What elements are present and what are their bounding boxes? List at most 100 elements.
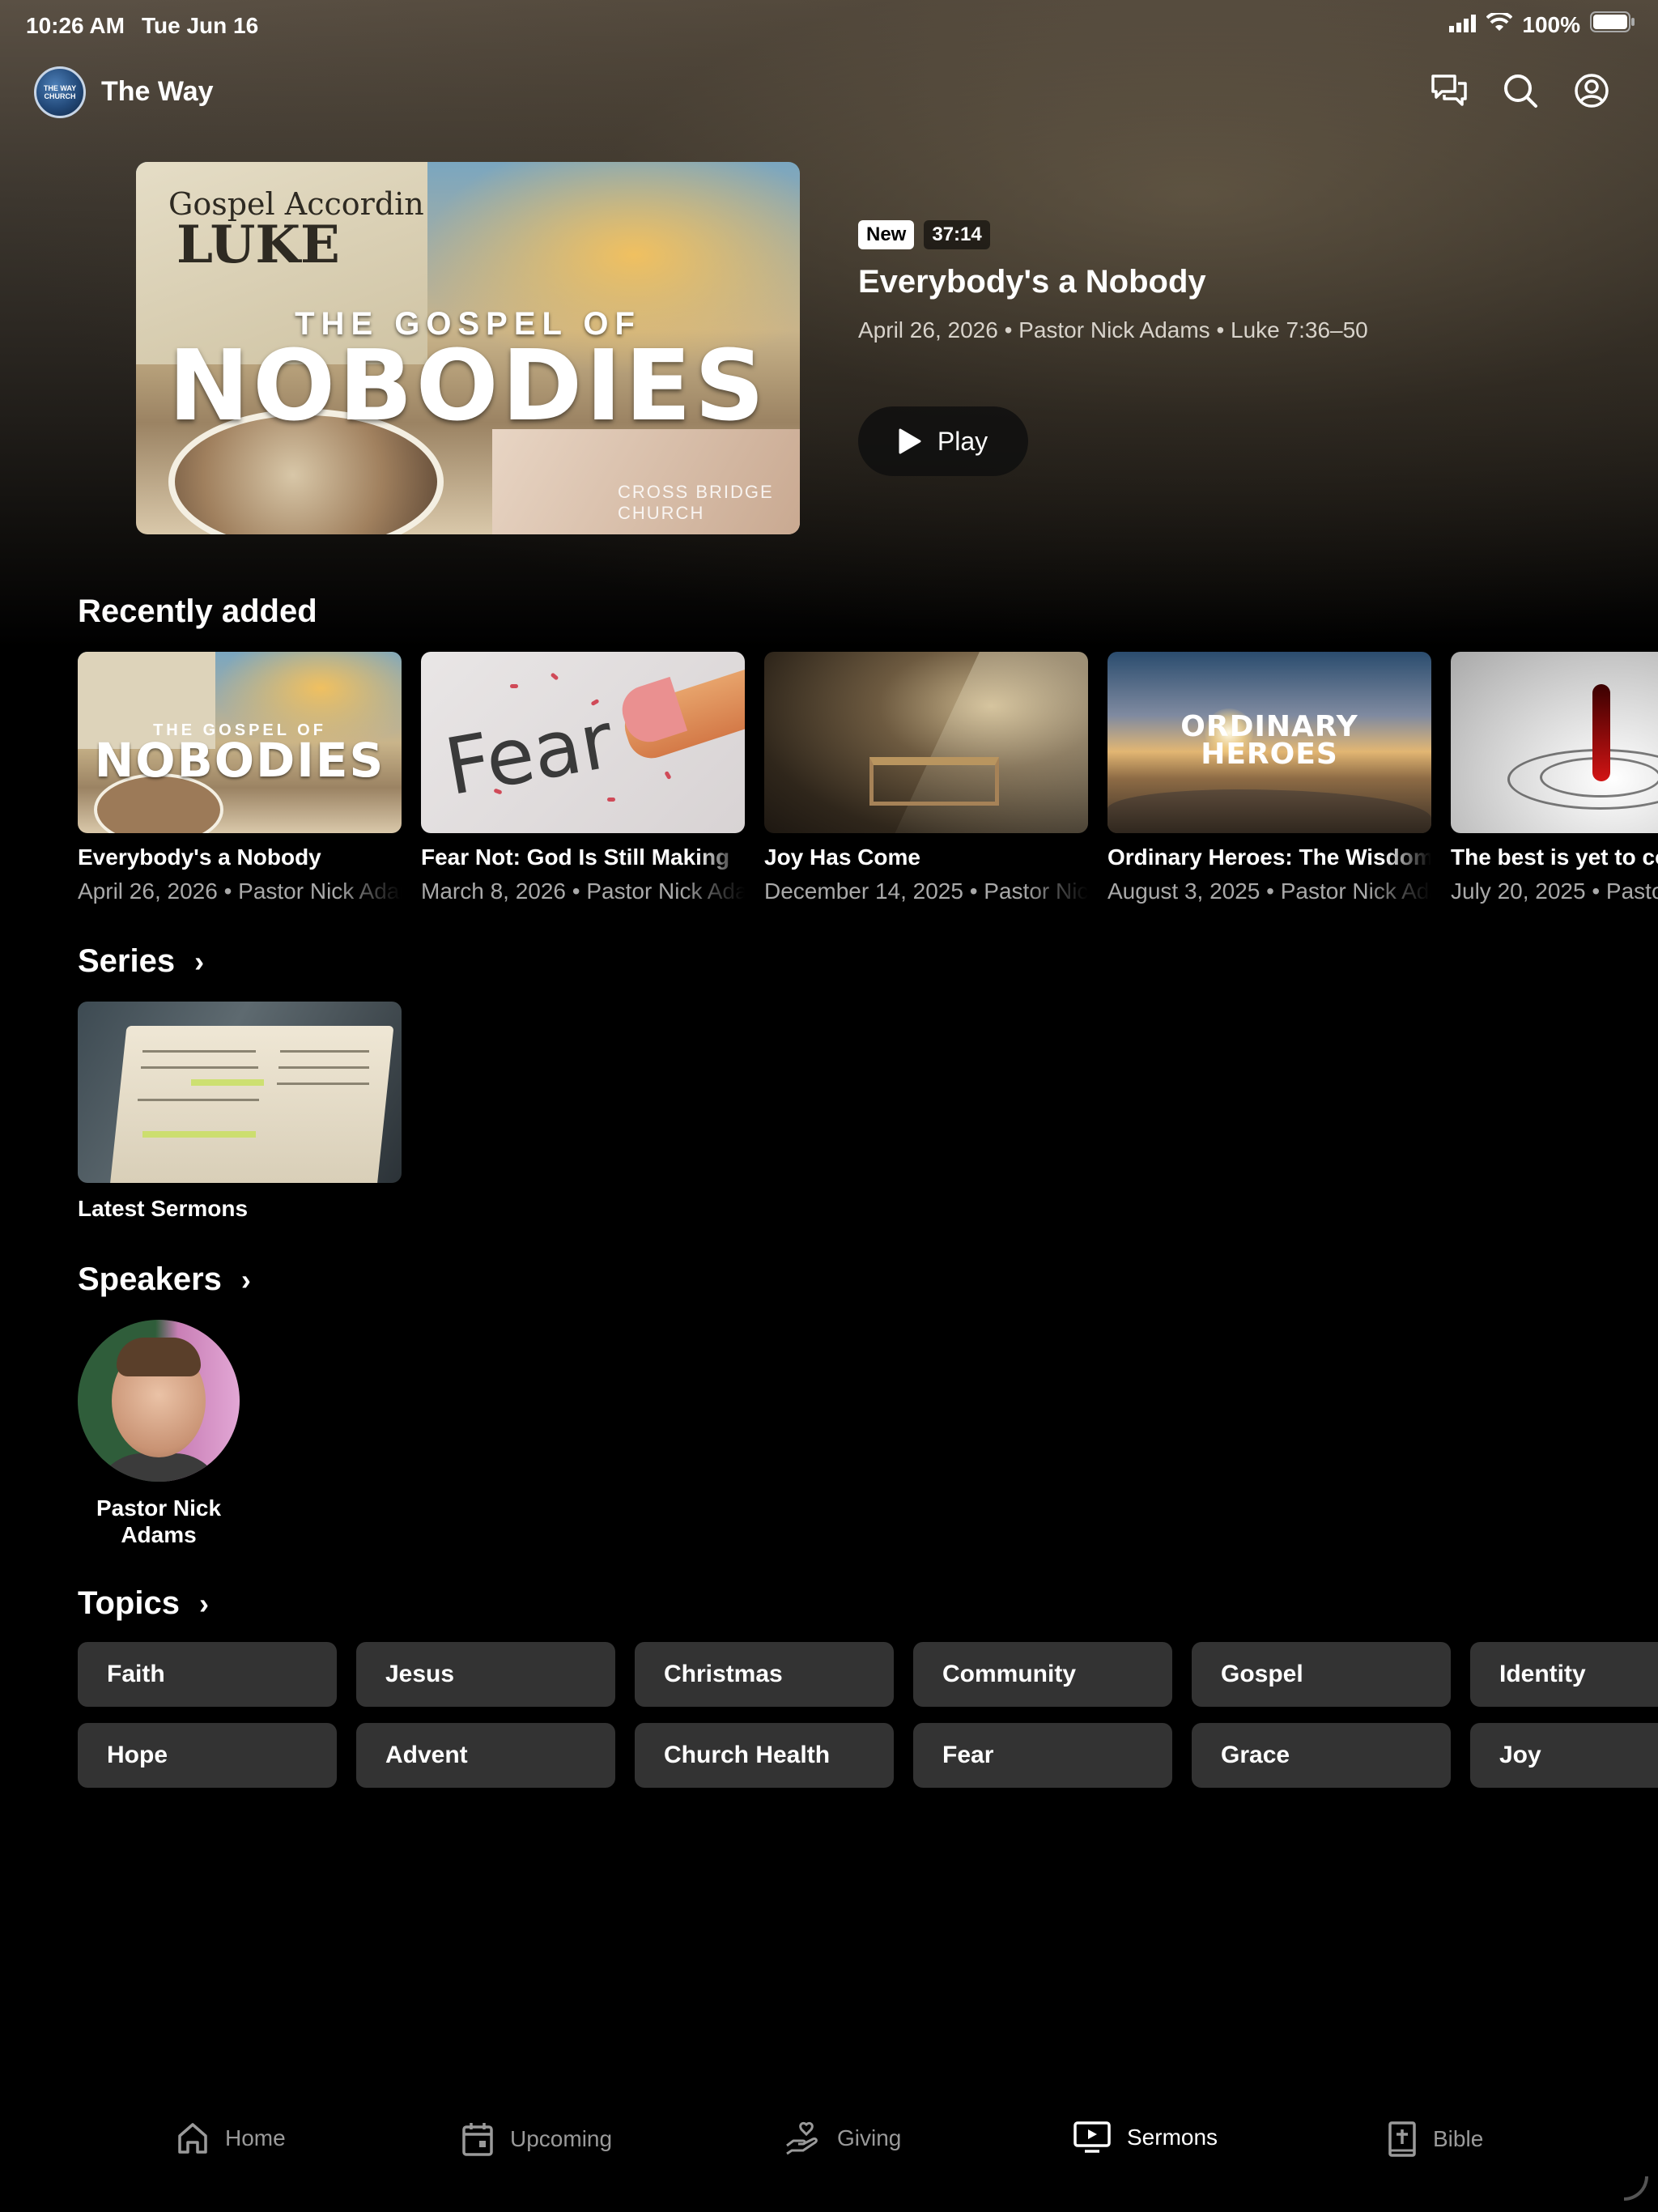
avatar-hair [117,1338,201,1376]
tab-label: Bible [1433,2126,1484,2151]
section-title-recently-added: Recently added [78,593,317,629]
sermon-card[interactable]: Joy Has Come December 14, 2025 • Pastor … [764,652,1088,904]
text-line [138,1099,259,1101]
light-beam [881,652,1088,833]
sermon-title: Joy Has Come [764,844,920,870]
sermon-thumbnail: ORDINARY HEROES [1107,652,1431,833]
hero-artwork[interactable]: Gospel Accordin LUKE THE GOSPEL OF NOBOD… [136,162,800,534]
sermon-card[interactable]: Fear Fear Not: God Is Still Making March… [421,652,745,904]
chevron-right-icon: › [198,1586,209,1620]
hero-badges: New 37:14 [858,220,990,249]
text-line [141,1066,258,1069]
tab-label: Home [225,2125,286,2150]
duration-badge: 37:14 [924,220,990,249]
topic-chip[interactable]: Gospel [1192,1642,1451,1707]
sermon-title: The best is yet to come [1451,844,1658,870]
search-icon[interactable] [1499,70,1541,112]
hero-meta: April 26, 2026 • Pastor Nick Adams • Luk… [858,317,1368,342]
section-topics[interactable]: Topics › [78,1585,209,1622]
chat-icon[interactable] [1428,70,1470,112]
text-line [277,1083,369,1085]
topic-chip[interactable]: Advent [356,1723,615,1788]
status-time: 10:26 AM [26,13,125,38]
church-logo[interactable]: THE WAY CHURCH [34,66,86,118]
ripple [1507,749,1658,810]
speaker-avatar [78,1320,240,1482]
battery-icon [1590,11,1635,38]
topics-grid: Faith Jesus Christmas Community Gospel I… [78,1642,1658,1788]
sermon-meta: March 8, 2026 • Pastor Nick Adams [421,878,745,904]
tab-giving[interactable]: Giving [785,2121,901,2155]
sermon-card[interactable]: The best is yet to come July 20, 2025 • … [1451,652,1658,904]
sermon-thumbnail: Fear [421,652,745,833]
calendar-icon [462,2123,493,2156]
resize-handle[interactable] [1624,2176,1648,2201]
signal-icon [1449,12,1477,38]
top-actions [1428,70,1613,112]
thumb-line2: HEROES [1201,738,1338,771]
topic-chip[interactable]: Faith [78,1642,337,1707]
rocks-graphic [1107,789,1431,833]
app-title: The Way [101,76,214,107]
section-title-speakers: Speakers [78,1261,222,1297]
topic-chip[interactable]: Fear [913,1723,1172,1788]
status-bar: 10:26 AM Tue Jun 16 100% [0,0,1658,52]
tv-icon [1073,2121,1111,2153]
tab-upcoming[interactable]: Upcoming [461,2121,612,2157]
section-series[interactable]: Series › [78,943,204,980]
tab-bible[interactable]: Bible [1388,2121,1483,2157]
sermon-title: Fear Not: God Is Still Making [421,844,730,870]
giving-icon [786,2121,818,2155]
new-badge: New [858,220,915,249]
section-title-series: Series [78,943,176,979]
profile-icon[interactable] [1571,70,1613,112]
hero-art-line2: LUKE [176,215,340,275]
play-label: Play [937,426,988,456]
play-icon [899,428,921,454]
topic-chip[interactable]: Grace [1192,1723,1451,1788]
section-title-topics: Topics [78,1585,180,1621]
tab-bar: Home Upcoming Giving Sermons Bible [0,2105,1658,2186]
hero-art-headline: NOBODIES [168,330,768,443]
sermon-meta: December 14, 2025 • Pastor Nick Adams [764,878,1088,904]
manger-graphic [869,757,999,806]
tab-label: Giving [837,2125,902,2150]
series-card[interactable]: Latest Sermons [78,1002,402,1222]
sermon-thumbnail [1451,652,1658,833]
sermon-card[interactable]: THE GOSPEL OF NOBODIES Everybody's a Nob… [78,652,402,904]
topic-chip[interactable]: Joy [1470,1723,1658,1788]
battery-percent: 100% [1522,11,1580,37]
text-line [142,1050,256,1053]
topic-chip[interactable]: Identity [1470,1642,1658,1707]
topic-chip[interactable]: Jesus [356,1642,615,1707]
sermon-title: Ordinary Heroes: The Wisdom [1107,844,1431,870]
play-button[interactable]: Play [858,406,1028,476]
speaker-name: Pastor Nick Adams [96,1495,222,1547]
topic-chip[interactable]: Community [913,1642,1172,1707]
status-date: Tue Jun 16 [142,13,259,38]
shaving [510,684,518,688]
thumb-headline: NOBODIES [94,733,385,788]
recently-added-row: THE GOSPEL OF NOBODIES Everybody's a Nob… [78,652,1658,911]
tab-home[interactable]: Home [176,2121,286,2155]
speaker-card[interactable]: Pastor Nick Adams [78,1320,240,1548]
shaving [664,770,672,781]
drop-graphic [1592,684,1610,781]
section-recently-added: Recently added [78,593,317,630]
sermon-thumbnail: THE GOSPEL OF NOBODIES [78,652,402,833]
sermon-thumbnail [764,652,1088,833]
topic-chip[interactable]: Hope [78,1723,337,1788]
text-line [280,1050,369,1053]
topic-chip[interactable]: Church Health [635,1723,894,1788]
tab-label: Sermons [1127,2125,1218,2150]
sermon-meta: April 26, 2026 • Pastor Nick Adams [78,878,402,904]
bible-icon [1388,2121,1416,2157]
sermon-card[interactable]: ORDINARY HEROES Ordinary Heroes: The Wis… [1107,652,1431,904]
home-icon [178,2123,207,2154]
shaving [607,798,615,802]
topic-chip[interactable]: Christmas [635,1642,894,1707]
series-thumbnail [78,1002,402,1183]
tab-sermons[interactable]: Sermons [1073,2121,1218,2154]
wifi-icon [1486,11,1513,38]
section-speakers[interactable]: Speakers › [78,1261,251,1298]
